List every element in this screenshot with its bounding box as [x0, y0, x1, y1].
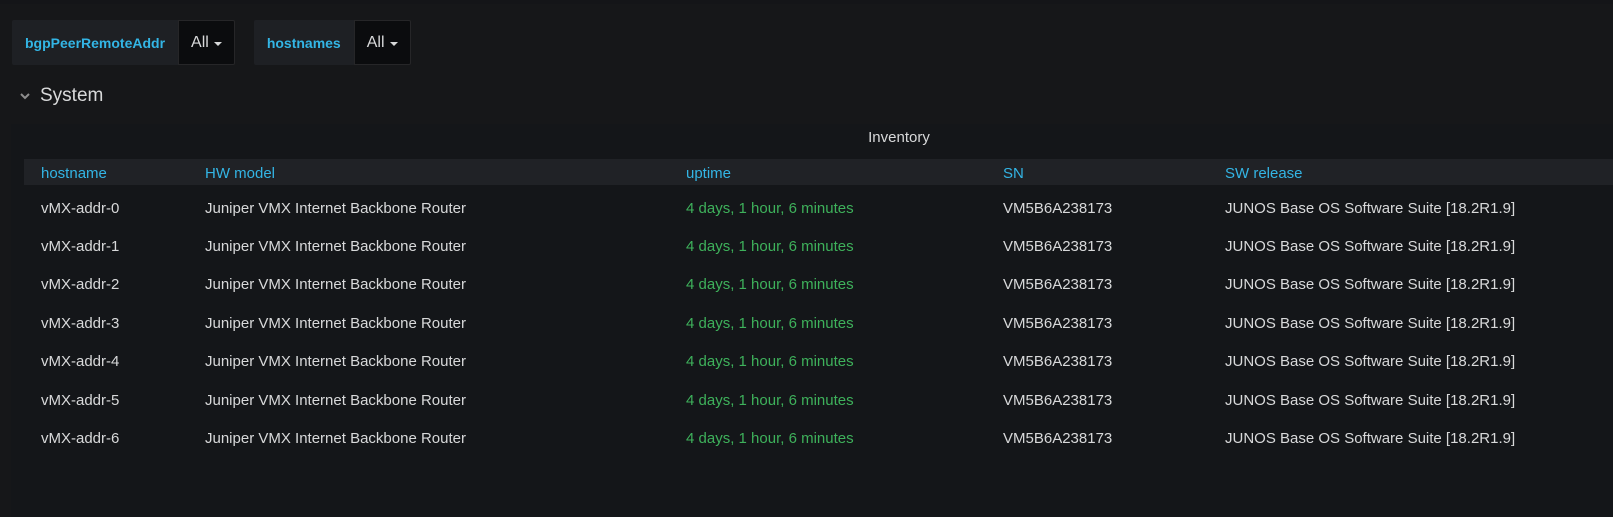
cell-sn: VM5B6A238173 — [1003, 315, 1113, 332]
column-header-sw-release[interactable]: SW release — [1225, 159, 1303, 185]
cell-hostname: vMX-addr-2 — [41, 276, 120, 293]
table-row: vMX-addr-4 Juniper VMX Internet Backbone… — [24, 343, 1613, 381]
table-header: hostname HW model uptime SN SW release — [24, 159, 1613, 186]
caret-down-icon — [213, 41, 222, 46]
cell-sw-release: JUNOS Base OS Software Suite [18.2R1.9] — [1225, 353, 1516, 370]
cell-hw-model: Juniper VMX Internet Backbone Router — [205, 392, 466, 409]
cell-sw-release: JUNOS Base OS Software Suite [18.2R1.9] — [1225, 200, 1516, 217]
inventory-panel: Inventory hostname HW model uptime SN SW… — [11, 124, 1613, 517]
cell-sn: VM5B6A238173 — [1003, 353, 1113, 370]
column-header-hostname[interactable]: hostname — [41, 159, 107, 185]
cell-hostname: vMX-addr-5 — [41, 392, 120, 409]
variable-label: bgpPeerRemoteAddr — [12, 20, 179, 65]
cell-uptime: 4 days, 1 hour, 6 minutes — [686, 315, 854, 332]
cell-sn: VM5B6A238173 — [1003, 392, 1113, 409]
panel-title[interactable]: Inventory — [11, 129, 1613, 146]
variable-hostnames: hostnames All — [253, 20, 411, 65]
cell-sn: VM5B6A238173 — [1003, 276, 1113, 293]
cell-hw-model: Juniper VMX Internet Backbone Router — [205, 315, 466, 332]
cell-sw-release: JUNOS Base OS Software Suite [18.2R1.9] — [1225, 392, 1516, 409]
cell-sw-release: JUNOS Base OS Software Suite [18.2R1.9] — [1225, 238, 1516, 255]
table-row: vMX-addr-5 Juniper VMX Internet Backbone… — [24, 382, 1613, 420]
column-header-hw-model[interactable]: HW model — [205, 159, 275, 185]
variable-dropdown[interactable]: All — [178, 20, 235, 65]
table-row: vMX-addr-1 Juniper VMX Internet Backbone… — [24, 228, 1613, 266]
chevron-down-icon — [20, 93, 30, 100]
variable-label: hostnames — [253, 20, 354, 65]
cell-sw-release: JUNOS Base OS Software Suite [18.2R1.9] — [1225, 430, 1516, 447]
table-row: vMX-addr-6 Juniper VMX Internet Backbone… — [24, 420, 1613, 458]
caret-down-icon — [389, 41, 398, 46]
cell-sw-release: JUNOS Base OS Software Suite [18.2R1.9] — [1225, 315, 1516, 332]
cell-hw-model: Juniper VMX Internet Backbone Router — [205, 200, 466, 217]
variable-bar: bgpPeerRemoteAddr All hostnames All — [12, 20, 430, 65]
column-header-sn[interactable]: SN — [1003, 159, 1024, 185]
cell-uptime: 4 days, 1 hour, 6 minutes — [686, 238, 854, 255]
table-row: vMX-addr-3 Juniper VMX Internet Backbone… — [24, 305, 1613, 343]
variable-value: All — [366, 33, 385, 51]
cell-hostname: vMX-addr-4 — [41, 353, 120, 370]
table-row: vMX-addr-0 Juniper VMX Internet Backbone… — [24, 190, 1613, 228]
cell-sn: VM5B6A238173 — [1003, 200, 1113, 217]
cell-hw-model: Juniper VMX Internet Backbone Router — [205, 353, 466, 370]
cell-uptime: 4 days, 1 hour, 6 minutes — [686, 430, 854, 447]
variable-dropdown[interactable]: All — [353, 20, 411, 65]
cell-hostname: vMX-addr-0 — [41, 200, 120, 217]
top-bar — [0, 0, 1613, 4]
cell-uptime: 4 days, 1 hour, 6 minutes — [686, 276, 854, 293]
cell-hostname: vMX-addr-1 — [41, 238, 120, 255]
cell-uptime: 4 days, 1 hour, 6 minutes — [686, 392, 854, 409]
cell-hw-model: Juniper VMX Internet Backbone Router — [205, 276, 466, 293]
cell-sw-release: JUNOS Base OS Software Suite [18.2R1.9] — [1225, 276, 1516, 293]
cell-hw-model: Juniper VMX Internet Backbone Router — [205, 430, 466, 447]
table-row: vMX-addr-2 Juniper VMX Internet Backbone… — [24, 266, 1613, 304]
cell-sn: VM5B6A238173 — [1003, 238, 1113, 255]
cell-hostname: vMX-addr-3 — [41, 315, 120, 332]
variable-value: All — [191, 33, 209, 51]
variable-bgp-peer-remote-addr: bgpPeerRemoteAddr All — [12, 20, 235, 65]
cell-hw-model: Juniper VMX Internet Backbone Router — [205, 238, 466, 255]
cell-uptime: 4 days, 1 hour, 6 minutes — [686, 200, 854, 217]
cell-sn: VM5B6A238173 — [1003, 430, 1113, 447]
cell-hostname: vMX-addr-6 — [41, 430, 120, 447]
row-collapse-toggle[interactable]: System — [18, 84, 103, 108]
row-title: System — [40, 85, 104, 106]
cell-uptime: 4 days, 1 hour, 6 minutes — [686, 353, 854, 370]
column-header-uptime[interactable]: uptime — [686, 159, 731, 185]
